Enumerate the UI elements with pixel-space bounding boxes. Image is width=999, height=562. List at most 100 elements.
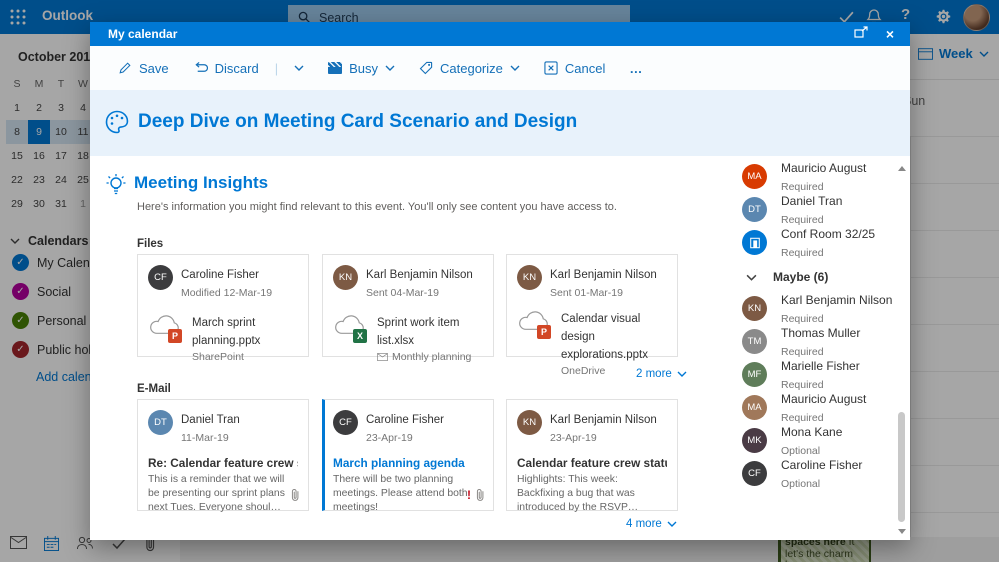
files-more-label: 2 more (636, 368, 672, 380)
file-name: March sprint planning.pptx (192, 317, 260, 347)
chevron-down-icon (294, 65, 304, 71)
file-meta: Sent 04-Mar-19 (366, 287, 439, 299)
attendee-row[interactable]: MA Mauricio AugustRequired (738, 391, 896, 424)
categorize-dropdown[interactable]: Categorize (411, 57, 528, 80)
event-dialog: My calendar × Save Discard | Busy Cat (90, 22, 910, 540)
attendee-name: Mauricio August (781, 392, 866, 406)
dialog-scrollbar[interactable] (896, 164, 908, 536)
email-preview: There will be two planning meetings. Ple… (333, 473, 471, 515)
chevron-down-icon (667, 521, 677, 527)
cancel-button[interactable]: Cancel (536, 57, 613, 80)
scroll-up-icon[interactable] (898, 166, 906, 171)
sender-name: Caroline Fisher (366, 414, 444, 426)
event-title-band: Deep Dive on Meeting Card Scenario and D… (90, 90, 910, 156)
chevron-down-icon (746, 274, 757, 281)
person-name: Karl Benjamin Nilson (550, 269, 657, 281)
email-date: 11-Mar-19 (181, 432, 229, 444)
attendee-row[interactable]: KN Karl Benjamin NilsonRequired (738, 292, 896, 325)
more-options-button[interactable]: … (621, 57, 651, 80)
avatar: KN (742, 296, 767, 321)
attendee-name: Karl Benjamin Nilson (781, 293, 892, 307)
avatar: KN (333, 265, 358, 290)
email-date: 23-Apr-19 (366, 432, 413, 444)
avatar: MA (742, 164, 767, 189)
files-more-link[interactable]: 2 more (636, 368, 687, 380)
sender-name: Karl Benjamin Nilson (550, 414, 657, 426)
file-meta: Sent 01-Mar-19 (550, 287, 623, 299)
busy-dropdown[interactable]: Busy (320, 57, 403, 80)
paperclip-icon (290, 488, 300, 502)
avatar: MA (742, 395, 767, 420)
conference-room-icon (742, 230, 767, 255)
importance-icon: ! (467, 488, 471, 502)
person-name: Caroline Fisher (181, 269, 259, 281)
pencil-icon (118, 61, 132, 75)
avatar: KN (517, 410, 542, 435)
discard-dropdown[interactable] (286, 61, 312, 75)
file-source: Monthly planning (392, 351, 471, 363)
file-card[interactable]: CF Caroline Fisher Modified 12-Mar-19 P M… (137, 254, 309, 357)
file-meta: Modified 12-Mar-19 (181, 287, 272, 299)
email-card-unread[interactable]: CF Caroline Fisher23-Apr-19 March planni… (322, 399, 494, 511)
attendee-row[interactable]: TM Thomas MullerRequired (738, 325, 896, 358)
email-preview: Highlights: This week: Backfixing a bug … (517, 473, 667, 515)
attendee-name: Marielle Fisher (781, 359, 860, 373)
busy-label: Busy (349, 61, 378, 76)
envelope-icon (377, 353, 388, 361)
email-subject: Calendar feature crew status report (517, 456, 667, 470)
email-more-link[interactable]: 4 more (626, 518, 677, 530)
attendee-name: Mona Kane (781, 425, 842, 439)
paperclip-icon (475, 488, 485, 502)
person-name: Karl Benjamin Nilson (366, 269, 473, 281)
dialog-title: My calendar (108, 27, 177, 41)
avatar: CF (333, 410, 358, 435)
avatar: KN (517, 265, 542, 290)
tag-icon (419, 61, 433, 75)
ppt-file-badge: P (537, 325, 551, 339)
attendee-row[interactable]: MA Mauricio AugustRequired (738, 160, 896, 193)
save-button[interactable]: Save (110, 57, 177, 80)
attendee-row[interactable]: MK Mona KaneOptional (738, 424, 896, 457)
attendee-name: Caroline Fisher (781, 458, 862, 472)
scrollbar-thumb[interactable] (898, 412, 905, 522)
discard-button[interactable]: Discard (185, 57, 267, 80)
undo-icon (193, 62, 208, 75)
sender-name: Daniel Tran (181, 414, 240, 426)
files-section-label: Files (137, 238, 163, 250)
file-card[interactable]: KN Karl Benjamin NilsonSent 01-Mar-19 P … (506, 254, 678, 357)
email-section-label: E-Mail (137, 383, 171, 395)
attendee-row[interactable]: MF Marielle FisherRequired (738, 358, 896, 391)
attendee-name: Thomas Muller (781, 326, 860, 340)
email-card[interactable]: KN Karl Benjamin Nilson 23-Apr-19 Calenda… (506, 399, 678, 511)
dialog-titlebar: My calendar × (90, 22, 910, 46)
cloud-file-icon: P (148, 313, 184, 341)
cancel-calendar-icon (544, 61, 558, 75)
scroll-down-icon[interactable] (898, 529, 906, 534)
attendee-row-room[interactable]: Conf Room 32/25Required (738, 226, 896, 259)
attendee-name: Mauricio August (781, 161, 866, 175)
avatar: MK (742, 428, 767, 453)
dialog-toolbar: Save Discard | Busy Categorize Cancel (90, 46, 910, 90)
maybe-section-header[interactable]: Maybe (6) (738, 262, 896, 292)
avatar: CF (148, 265, 173, 290)
close-icon[interactable]: × (882, 26, 898, 42)
attendee-row[interactable]: CF Caroline FisherOptional (738, 457, 896, 490)
chevron-down-icon (677, 371, 687, 377)
popout-icon[interactable] (854, 26, 870, 42)
avatar: DT (742, 197, 767, 222)
cloud-file-icon: P (517, 309, 553, 337)
cloud-file-icon: X (333, 313, 369, 341)
event-title[interactable]: Deep Dive on Meeting Card Scenario and D… (138, 111, 577, 133)
avatar: MF (742, 362, 767, 387)
attendee-name: Daniel Tran (781, 194, 842, 208)
discard-label: Discard (215, 61, 259, 76)
attendee-role: Required (781, 247, 824, 259)
cancel-label: Cancel (565, 61, 605, 76)
email-date: 23-Apr-19 (550, 432, 597, 444)
file-card[interactable]: KN Karl Benjamin NilsonSent 04-Mar-19 X … (322, 254, 494, 357)
outlook-app: Outlook Search ? New Week October 2017 S… (0, 0, 999, 562)
save-label: Save (139, 61, 169, 76)
email-subject: Re: Calendar feature crew sprint ... (148, 456, 298, 470)
email-card[interactable]: DT Daniel Tran11-Mar-19 Re: Calendar fea… (137, 399, 309, 511)
attendee-row[interactable]: DT Daniel TranRequired (738, 193, 896, 226)
